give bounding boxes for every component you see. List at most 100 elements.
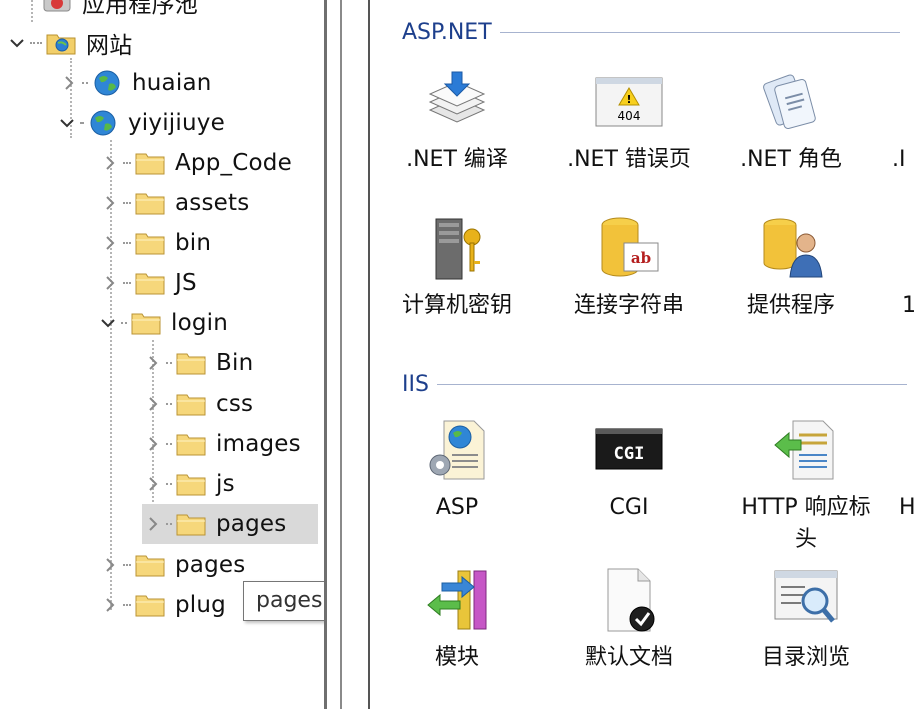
tree-item-site[interactable]: yiyijiuye <box>56 103 225 143</box>
feature-providers[interactable]: 提供程序 <box>716 208 866 328</box>
pane-splitter[interactable] <box>324 0 344 709</box>
feature-net-compile[interactable]: .NET 编译 <box>372 62 542 182</box>
group-header-aspnet[interactable]: ASP.NET <box>402 20 900 45</box>
chevron-right-icon[interactable] <box>99 272 121 294</box>
feature-label: 模块 <box>434 645 479 670</box>
tree-item-label: images <box>216 431 301 457</box>
tree-connector <box>123 162 131 164</box>
tree-item-folder[interactable]: login <box>97 303 228 343</box>
feature-label-line: HTTP 响应标 <box>741 495 871 520</box>
folder-icon <box>174 429 208 459</box>
connection-string-icon: ab <box>589 208 669 288</box>
feature-directory-browsing[interactable]: 目录浏览 <box>716 560 896 680</box>
group-header-iis[interactable]: IIS <box>402 372 907 397</box>
directory-browsing-icon <box>766 560 846 640</box>
pane-gap <box>344 0 370 709</box>
chevron-right-icon[interactable] <box>142 473 164 495</box>
tree-connector <box>123 604 131 606</box>
tree-item-sites[interactable]: 网站 <box>6 23 132 63</box>
chevron-right-icon[interactable] <box>142 433 164 455</box>
tree-connector <box>123 202 131 204</box>
site-tree[interactable]: 应用程序池 网站 huaian yiyijiuye App_Code asset… <box>0 0 326 709</box>
folder-icon <box>174 348 208 378</box>
group-divider <box>436 384 907 385</box>
feature-net-roles[interactable]: .NET 角色 <box>716 62 866 182</box>
tree-item-label: Bin <box>216 350 254 376</box>
tree-connector <box>123 564 131 566</box>
chevron-right-icon[interactable] <box>99 232 121 254</box>
folder-icon <box>129 308 163 338</box>
feature-modules[interactable]: 模块 <box>372 560 542 680</box>
feature-label-line: 头 <box>794 527 817 552</box>
tree-item-folder[interactable]: Bin <box>142 343 253 383</box>
feature-label: CGI <box>609 495 649 520</box>
feature-default-document[interactable]: 默认文档 <box>544 560 714 680</box>
tree-item-folder[interactable]: assets <box>99 183 249 223</box>
feature-label: HTTP 响应标 头 <box>716 492 896 556</box>
tree-item-folder[interactable]: App_Code <box>99 143 292 183</box>
tree-item-label: 网站 <box>86 33 133 59</box>
chevron-right-icon[interactable] <box>142 513 164 535</box>
tree-item-label: js <box>216 471 235 497</box>
chevron-right-icon[interactable] <box>142 393 164 415</box>
default-document-icon <box>589 560 669 640</box>
feature-connection-strings[interactable]: ab 连接字符串 <box>544 208 714 328</box>
tree-item-folder[interactable]: js <box>142 464 235 504</box>
feature-label: ASP <box>435 495 479 520</box>
feature-cgi[interactable]: CGI CGI <box>544 410 714 530</box>
modules-icon <box>417 560 497 640</box>
svg-text:!: ! <box>626 93 631 106</box>
tree-item-folder[interactable]: plug <box>99 585 226 625</box>
cgi-icon: CGI <box>589 410 669 490</box>
chevron-down-icon[interactable] <box>97 312 119 334</box>
tree-item-label: pages <box>175 552 246 578</box>
feature-label: .NET 错误页 <box>567 147 691 172</box>
tree-item-label: assets <box>175 190 250 216</box>
folder-icon <box>174 469 208 499</box>
tree-item-label: bin <box>175 230 212 256</box>
tree-item-folder[interactable]: css <box>142 384 253 424</box>
chevron-right-icon[interactable] <box>142 352 164 374</box>
feature-partial[interactable]: 1 <box>902 208 919 328</box>
feature-partial[interactable]: .I <box>892 62 919 182</box>
feature-asp[interactable]: ASP <box>372 410 542 530</box>
chevron-right-icon[interactable] <box>99 594 121 616</box>
chevron-down-icon[interactable] <box>56 112 78 134</box>
chevron-down-icon[interactable] <box>6 32 28 54</box>
chevron-right-icon[interactable] <box>99 554 121 576</box>
tree-item-site[interactable]: huaian <box>58 63 212 103</box>
tree-item-label: huaian <box>132 70 212 96</box>
chevron-right-icon[interactable] <box>99 152 121 174</box>
tree-item-app-pools[interactable]: 应用程序池 <box>40 0 198 22</box>
tree-connector <box>80 122 84 124</box>
feature-net-error-pages[interactable]: ! 404 .NET 错误页 <box>544 62 714 182</box>
features-view: ASP.NET .NET 编译 ! 404 .NET 错误页 .NET 角色 .… <box>372 0 919 709</box>
tree-item-folder-selected[interactable]: pages <box>142 504 318 544</box>
chevron-right-icon[interactable] <box>99 192 121 214</box>
tree-item-folder[interactable]: JS <box>99 263 197 303</box>
tree-item-label: yiyijiuye <box>128 110 225 136</box>
chevron-right-icon[interactable] <box>58 72 80 94</box>
feature-label: .I <box>892 147 906 172</box>
feature-http-response-headers[interactable]: HTTP 响应标 头 <box>716 410 896 552</box>
tooltip: pages <box>243 581 326 621</box>
group-divider <box>499 32 900 33</box>
net-compile-icon <box>417 62 497 142</box>
error-badge: 404 <box>618 109 641 123</box>
tree-item-label: plug <box>175 592 226 618</box>
tree-item-folder[interactable]: pages <box>99 545 245 585</box>
tree-connector <box>123 282 131 284</box>
folder-icon <box>133 590 167 620</box>
http-response-headers-icon <box>766 410 846 490</box>
feature-machine-key[interactable]: 计算机密钥 <box>372 208 542 328</box>
feature-partial[interactable]: H <box>899 410 919 530</box>
tree-item-folder[interactable]: images <box>142 424 301 464</box>
feature-label: .NET 编译 <box>406 147 508 172</box>
net-roles-icon <box>751 62 831 142</box>
tree-item-label: pages <box>216 511 287 537</box>
tree-connector <box>82 82 88 84</box>
tree-item-label: css <box>216 391 254 417</box>
tree-connector <box>30 42 42 44</box>
tree-item-folder[interactable]: bin <box>99 223 211 263</box>
feature-label: 默认文档 <box>584 645 673 670</box>
